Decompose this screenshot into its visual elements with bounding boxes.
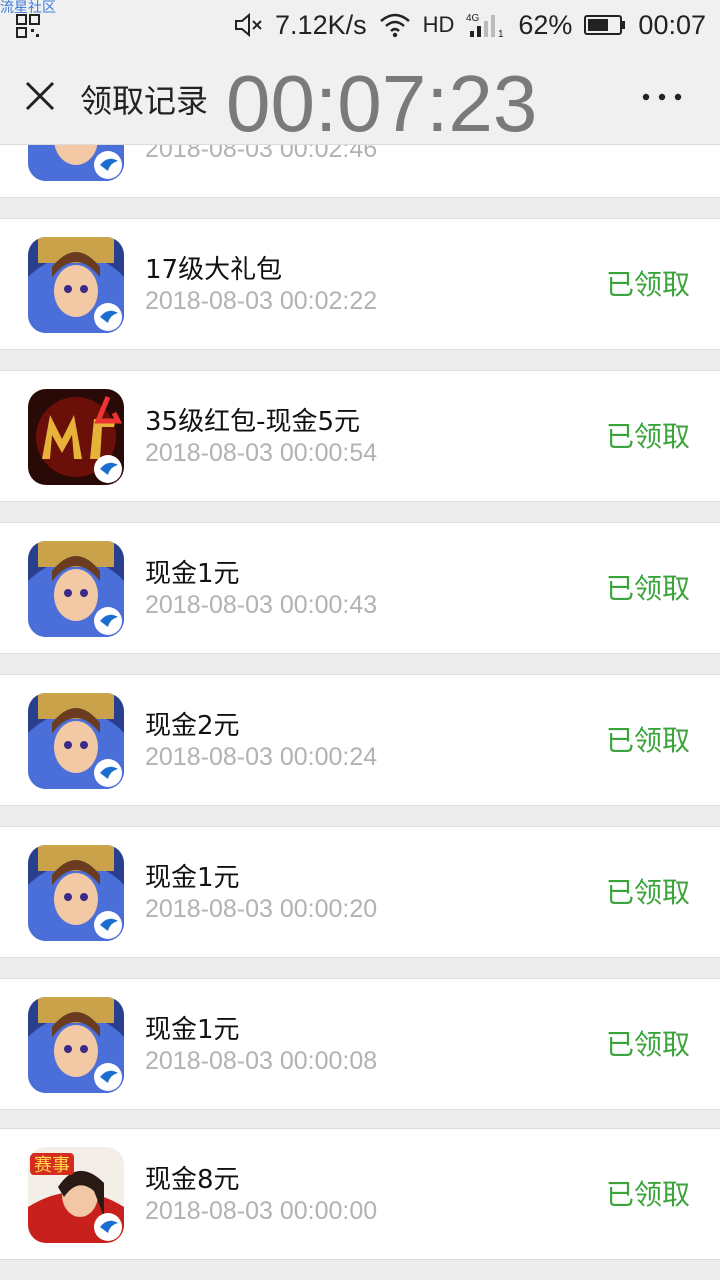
signal-icon: 4G 1 (466, 13, 504, 39)
svg-text:赛事: 赛事 (34, 1155, 70, 1176)
record-time: 2018-08-03 00:00:54 (145, 439, 378, 467)
record-title: 现金1元 (145, 1015, 240, 1045)
saint-seiya-game-icon (28, 997, 124, 1093)
record-title: 现金1元 (145, 559, 240, 589)
battery-icon (584, 15, 626, 35)
clock: 00:07 (638, 9, 706, 40)
record-status: 已领取 (605, 1178, 690, 1211)
record-title: 现金8元 (145, 1165, 240, 1195)
title-bar: 领取记录 00:07:23 (0, 52, 720, 148)
record-status: 已领取 (605, 268, 690, 301)
record-status: 已领取 (605, 572, 690, 605)
network-speed: 7.12K/s (275, 9, 367, 40)
record-title: 35级红包-现金5元 (145, 407, 361, 437)
record-time: 2018-08-03 00:02:22 (145, 287, 378, 315)
record-status: 已领取 (605, 420, 690, 453)
record-time: 2018-08-03 00:00:00 (145, 1197, 378, 1225)
saint-seiya-game-icon (28, 237, 124, 333)
record-title: 现金2元 (145, 711, 240, 741)
network-type-label: 4G (466, 13, 480, 24)
hd-label: HD (422, 12, 455, 37)
record-status: 已领取 (605, 876, 690, 909)
saint-seiya-game-icon (28, 541, 124, 637)
record-item[interactable]: 现金1元 2018-08-03 00:00:43 已领取 (0, 522, 720, 654)
kof-saishi-game-icon: 赛事 (28, 1147, 124, 1243)
record-time: 2018-08-03 00:00:43 (145, 591, 378, 619)
timer-overlay: 00:07:23 (226, 59, 538, 148)
record-title: 现金1元 (145, 863, 240, 893)
record-status: 已领取 (605, 724, 690, 757)
record-item[interactable]: 赛事 现金8元 2018-08-03 00:00:00 已领取 (0, 1128, 720, 1260)
wifi-icon (379, 13, 410, 38)
saint-seiya-game-icon (28, 845, 124, 941)
record-item[interactable]: 现金1元 2018-08-03 00:00:08 已领取 (0, 978, 720, 1110)
record-item[interactable]: 17级大礼包 2018-08-03 00:02:22 已领取 (0, 218, 720, 350)
record-time: 2018-08-03 00:00:20 (145, 895, 378, 923)
record-item[interactable]: 现金2元 2018-08-03 00:00:24 已领取 (0, 674, 720, 806)
battery-percent: 62% (518, 9, 573, 40)
svg-text:1: 1 (498, 29, 504, 39)
record-time: 2018-08-03 00:00:24 (145, 743, 378, 771)
record-title: 17级大礼包 (145, 255, 283, 285)
mt4-game-icon (28, 389, 124, 485)
record-item[interactable]: 现金1元 2018-08-03 00:00:20 已领取 (0, 826, 720, 958)
saint-seiya-game-icon (28, 693, 124, 789)
qr-code-icon (16, 14, 40, 38)
record-time: 2018-08-03 00:00:08 (145, 1047, 378, 1075)
status-bar: 流星社区 7.12K/s HD 4G 1 62% 00:07 (0, 0, 720, 52)
close-icon[interactable] (22, 78, 58, 114)
record-item[interactable]: 35级红包-现金5元 2018-08-03 00:00:54 已领取 (0, 370, 720, 502)
record-status: 已领取 (605, 1028, 690, 1061)
mute-icon (235, 12, 262, 38)
page-title: 领取记录 (80, 82, 209, 120)
more-icon[interactable] (640, 90, 684, 104)
